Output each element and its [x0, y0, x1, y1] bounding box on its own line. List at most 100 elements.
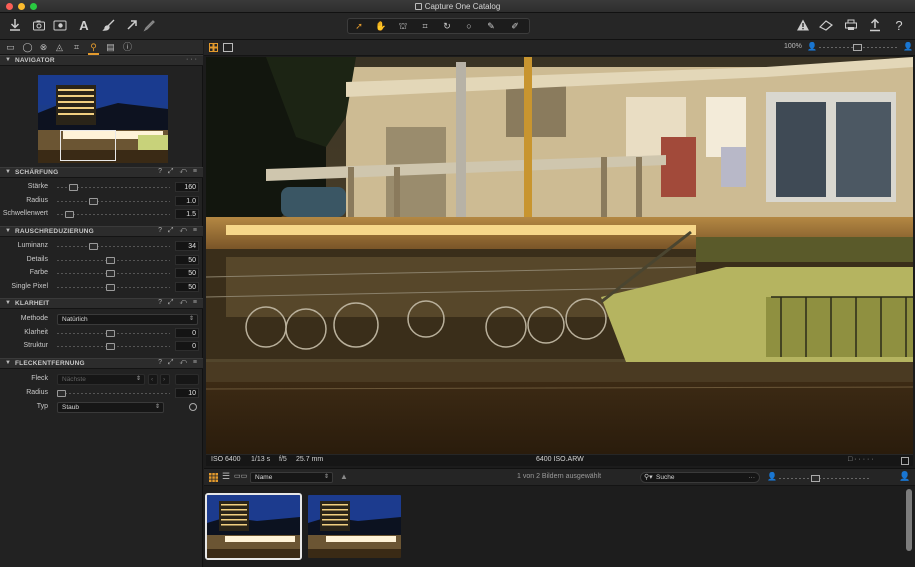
grid-view-icon[interactable] — [209, 473, 218, 482]
sharpening-header[interactable]: ▼ SCHÄRFUNG ? ⤢ ↶ ≡ — [0, 167, 203, 178]
brush-tool-icon[interactable]: ✐ — [507, 20, 523, 33]
previous-spot-button[interactable]: ‹ — [148, 374, 158, 385]
thumbnail-size-slider[interactable] — [779, 475, 869, 482]
spot-radius-slider[interactable] — [57, 390, 170, 397]
browser-scrollbar[interactable] — [906, 489, 912, 551]
spot-removal-header[interactable]: ▼ FLECKENTFERNUNG ? ⤢ ↶ ≡ — [0, 358, 203, 369]
multi-view-icon[interactable] — [209, 43, 218, 52]
clarity-method-select[interactable]: Natürlich ⇕ — [57, 314, 198, 325]
spot-radius-value[interactable]: 10 — [175, 388, 199, 398]
clarity-header[interactable]: ▼ KLARHEIT ? ⤢ ↶ ≡ — [0, 298, 203, 309]
rating-dots-icon[interactable]: □ · · · · · — [848, 456, 874, 463]
folder-icon[interactable]: ▭ — [4, 41, 17, 54]
collapse-triangle-icon[interactable]: ▼ — [5, 169, 11, 175]
crop-icon[interactable]: ⌗ — [417, 20, 433, 33]
section-actions-icons[interactable]: ? ⤢ ↶ ≡ — [158, 168, 199, 176]
section-actions-icons[interactable]: ? ⤢ ↶ ≡ — [158, 227, 199, 235]
search-options-icon[interactable]: ··· — [749, 473, 756, 482]
sharpening-amount-slider[interactable] — [57, 184, 170, 191]
lens-icon[interactable]: ⌗ — [70, 41, 83, 54]
shutter-value: 1/13 s — [251, 456, 271, 463]
main-image[interactable] — [206, 57, 913, 454]
collapse-triangle-icon[interactable]: ▼ — [5, 300, 11, 306]
noise-single-pixel-value[interactable]: 50 — [175, 282, 199, 292]
noise-details-value[interactable]: 50 — [175, 255, 199, 265]
collapse-triangle-icon[interactable]: ▼ — [5, 57, 11, 63]
hand-icon[interactable]: ✋ — [373, 20, 389, 33]
noise-color-value[interactable]: 50 — [175, 268, 199, 278]
spot-select[interactable]: Nächste ⇕ — [57, 374, 145, 385]
collapse-triangle-icon[interactable]: ▼ — [5, 360, 11, 366]
slider-knob[interactable] — [89, 243, 98, 250]
noise-luminance-value[interactable]: 34 — [175, 241, 199, 251]
single-view-icon[interactable] — [223, 43, 233, 52]
picker-icon[interactable]: ✎ — [483, 20, 499, 33]
share-icon[interactable] — [867, 18, 883, 34]
import-icon[interactable] — [7, 18, 23, 34]
camera-icon[interactable] — [31, 18, 47, 34]
slider-knob[interactable] — [57, 390, 66, 397]
noise-details-slider[interactable] — [57, 257, 170, 264]
section-actions-icons[interactable]: ? ⤢ ↶ ≡ — [158, 359, 199, 367]
slider-knob[interactable] — [89, 198, 98, 205]
help-icon[interactable]: ? — [891, 18, 907, 34]
search-input[interactable]: ⚲▾ Suche ··· — [640, 472, 760, 483]
sharpening-amount-value[interactable]: 160 — [175, 182, 199, 192]
filmstrip-view-icon[interactable]: ▭▭ — [234, 472, 247, 480]
structure-value[interactable]: 0 — [175, 341, 199, 351]
clarity-slider[interactable] — [57, 330, 170, 337]
slider-knob[interactable] — [811, 475, 820, 482]
brush-icon[interactable] — [101, 18, 117, 34]
collapse-triangle-icon[interactable]: ▼ — [5, 228, 11, 234]
select-icon[interactable]: ➚ — [351, 20, 367, 33]
sort-direction-icon[interactable]: ▲ — [340, 472, 348, 481]
noise-single-pixel-slider[interactable] — [57, 284, 170, 291]
spot-brush-circle-icon[interactable] — [189, 403, 197, 411]
navigator-view-rectangle[interactable] — [60, 130, 116, 161]
slider-knob[interactable] — [65, 211, 74, 218]
warning-icon[interactable] — [795, 18, 811, 34]
color-icon[interactable]: ⊗ — [37, 41, 50, 54]
next-spot-button[interactable]: › — [160, 374, 170, 385]
adjustments-icon[interactable]: ▤ — [104, 41, 117, 54]
color-tag-icon[interactable] — [901, 457, 909, 465]
arrow-icon[interactable] — [124, 18, 140, 34]
sharpening-threshold-slider[interactable] — [57, 211, 170, 218]
straighten-icon[interactable]: ⛫ — [395, 20, 411, 33]
print-icon[interactable] — [843, 18, 859, 34]
details-icon[interactable]: ⚲ — [87, 41, 100, 55]
slider-knob[interactable] — [853, 44, 862, 51]
slider-knob[interactable] — [69, 184, 78, 191]
zoom-slider[interactable] — [819, 44, 899, 51]
list-view-icon[interactable]: ☰ — [222, 471, 230, 482]
noise-color-slider[interactable] — [57, 270, 170, 277]
sharpening-radius-value[interactable]: 1.0 — [175, 196, 199, 206]
spot-type-select[interactable]: Staub ⇕ — [57, 402, 164, 413]
thumbnail-1[interactable] — [205, 493, 302, 560]
sort-select[interactable]: Name ⇕ — [250, 472, 333, 483]
sharpening-radius-slider[interactable] — [57, 198, 170, 205]
more-icon[interactable]: ··· — [186, 56, 199, 63]
sharpening-threshold-value[interactable]: 1.5 — [175, 209, 199, 219]
slider-knob[interactable] — [106, 330, 115, 337]
thumbnail-2[interactable] — [306, 493, 403, 560]
capture-tab-icon[interactable]: ◯ — [21, 41, 34, 54]
slider-knob[interactable] — [106, 343, 115, 350]
circle-icon[interactable]: ○ — [461, 20, 477, 33]
slider-knob[interactable] — [106, 284, 115, 291]
slider-knob[interactable] — [106, 270, 115, 277]
exposure-icon[interactable]: ◬ — [53, 41, 66, 54]
navigator-header[interactable]: ▼ NAVIGATOR ··· — [0, 55, 203, 66]
eraser-icon[interactable] — [818, 18, 834, 34]
noise-luminance-slider[interactable] — [57, 243, 170, 250]
text-icon[interactable]: A — [76, 18, 92, 34]
clarity-value[interactable]: 0 — [175, 328, 199, 338]
section-actions-icons[interactable]: ? ⤢ ↶ ≡ — [158, 299, 199, 307]
slider-knob[interactable] — [106, 257, 115, 264]
metadata-icon[interactable]: ⓘ — [121, 41, 134, 54]
noise-reduction-header[interactable]: ▼ RAUSCHREDUZIERUNG ? ⤢ ↶ ≡ — [0, 226, 203, 237]
rotate-icon[interactable]: ↻ — [439, 20, 455, 33]
pipette-icon[interactable] — [141, 18, 157, 34]
structure-slider[interactable] — [57, 343, 170, 350]
capture-icon[interactable] — [52, 18, 68, 34]
